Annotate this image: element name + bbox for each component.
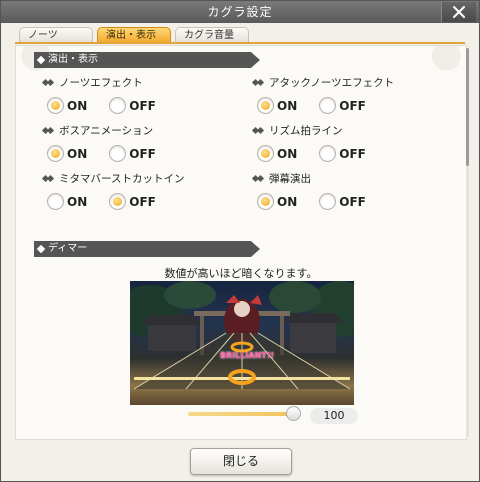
close-button[interactable]: 閉じる — [190, 448, 292, 475]
radio-button[interactable] — [47, 97, 64, 114]
setting-mitama-burst-cutin: ミタマバーストカットイン ON OFF — [42, 172, 232, 210]
game-scene-illustration — [130, 281, 354, 390]
mitama-burst-cutin-off-option[interactable]: OFF — [109, 193, 156, 210]
danmaku-effect-on-option[interactable]: ON — [257, 193, 297, 210]
option-label: OFF — [129, 98, 156, 113]
setting-label: ボスアニメーション — [59, 125, 154, 137]
window-title: カグラ設定 — [207, 5, 273, 19]
radio-button[interactable] — [109, 145, 127, 162]
dimmer-description: 数値が高いほど暗くなります。 — [164, 267, 318, 280]
notes-effect-off-option[interactable]: OFF — [109, 97, 156, 114]
radio-button[interactable] — [109, 193, 127, 210]
setting-label: アタックノーツエフェクト — [269, 77, 395, 89]
notes-effect-on-option[interactable]: ON — [47, 97, 87, 114]
radio-button[interactable] — [47, 145, 64, 162]
tab-underline — [15, 42, 465, 44]
option-label: ON — [67, 146, 88, 161]
option-label: OFF — [339, 98, 366, 113]
diamond-icon — [36, 55, 46, 65]
rhythm-beat-line-on-option[interactable]: ON — [257, 145, 297, 162]
bullet-icon — [252, 126, 266, 136]
setting-attack-notes-effect: アタックノーツエフェクト ON OFF — [252, 76, 442, 114]
dimmer-value: 100 — [310, 408, 358, 424]
option-label: ON — [277, 98, 298, 113]
tab-bar: ノーツ 演出・表示 カグラ音量 — [19, 27, 249, 43]
boss-animation-on-option[interactable]: ON — [47, 145, 87, 162]
option-label: OFF — [339, 194, 366, 209]
title-bar: カグラ設定 — [1, 1, 479, 23]
dimmer-slider-track[interactable] — [188, 412, 296, 416]
radio-button[interactable] — [109, 97, 127, 114]
option-label: ON — [67, 98, 88, 113]
option-label: ON — [67, 194, 88, 209]
section-title-dimmer: ディマー — [48, 243, 88, 254]
radio-button[interactable] — [257, 145, 274, 162]
setting-notes-effect: ノーツエフェクト ON OFF — [42, 76, 232, 114]
tab-effects-display[interactable]: 演出・表示 — [97, 27, 171, 43]
setting-label: リズム拍ライン — [269, 125, 343, 137]
setting-label: ノーツエフェクト — [59, 77, 143, 89]
dimmer-slider-thumb[interactable] — [286, 406, 301, 421]
scrollbar-thumb[interactable] — [466, 48, 469, 166]
bullet-icon — [42, 78, 56, 88]
tab-notes[interactable]: ノーツ — [19, 27, 93, 43]
rhythm-beat-line-off-option[interactable]: OFF — [319, 145, 366, 162]
settings-panel: 演出・表示 ノーツエフェクト ON OFF アタックノーツエフェクト ON OF… — [15, 45, 469, 440]
boss-animation-off-option[interactable]: OFF — [109, 145, 156, 162]
option-label: OFF — [339, 146, 366, 161]
window-close-button[interactable] — [441, 2, 476, 22]
dimmer-preview-image: BRILLIANT!! — [130, 281, 354, 405]
setting-label: ミタマバーストカットイン — [59, 173, 185, 185]
section-title-effects: 演出・表示 — [48, 54, 98, 65]
setting-rhythm-beat-line: リズム拍ライン ON OFF — [252, 124, 442, 162]
attack-notes-effect-on-option[interactable]: ON — [257, 97, 297, 114]
tab-kagura-volume[interactable]: カグラ音量 — [175, 27, 249, 43]
radio-button[interactable] — [257, 193, 274, 210]
bullet-icon — [252, 78, 266, 88]
option-label: OFF — [129, 146, 156, 161]
mitama-burst-cutin-on-option[interactable]: ON — [47, 193, 87, 210]
close-icon — [453, 6, 465, 18]
option-label: ON — [277, 194, 298, 209]
danmaku-effect-off-option[interactable]: OFF — [319, 193, 366, 210]
diamond-icon — [36, 244, 46, 254]
option-label: OFF — [129, 194, 156, 209]
setting-danmaku-effect: 弾幕演出 ON OFF — [252, 172, 442, 210]
bullet-icon — [42, 126, 56, 136]
bullet-icon — [252, 174, 266, 184]
judgement-label: BRILLIANT!! — [220, 351, 275, 360]
radio-button[interactable] — [257, 97, 274, 114]
scrollbar[interactable] — [466, 48, 469, 437]
option-label: ON — [277, 146, 298, 161]
bullet-icon — [42, 174, 56, 184]
radio-button[interactable] — [319, 97, 337, 114]
setting-label: 弾幕演出 — [269, 173, 311, 185]
attack-notes-effect-off-option[interactable]: OFF — [319, 97, 366, 114]
settings-window: カグラ設定 ノーツ 演出・表示 カグラ音量 演出・表示 ノーツエフェクト ON … — [0, 0, 480, 482]
section-header-effects: 演出・表示 — [34, 52, 260, 68]
radio-button[interactable] — [47, 193, 64, 210]
section-header-dimmer: ディマー — [34, 241, 260, 257]
setting-boss-animation: ボスアニメーション ON OFF — [42, 124, 232, 162]
radio-button[interactable] — [319, 193, 337, 210]
radio-button[interactable] — [319, 145, 337, 162]
